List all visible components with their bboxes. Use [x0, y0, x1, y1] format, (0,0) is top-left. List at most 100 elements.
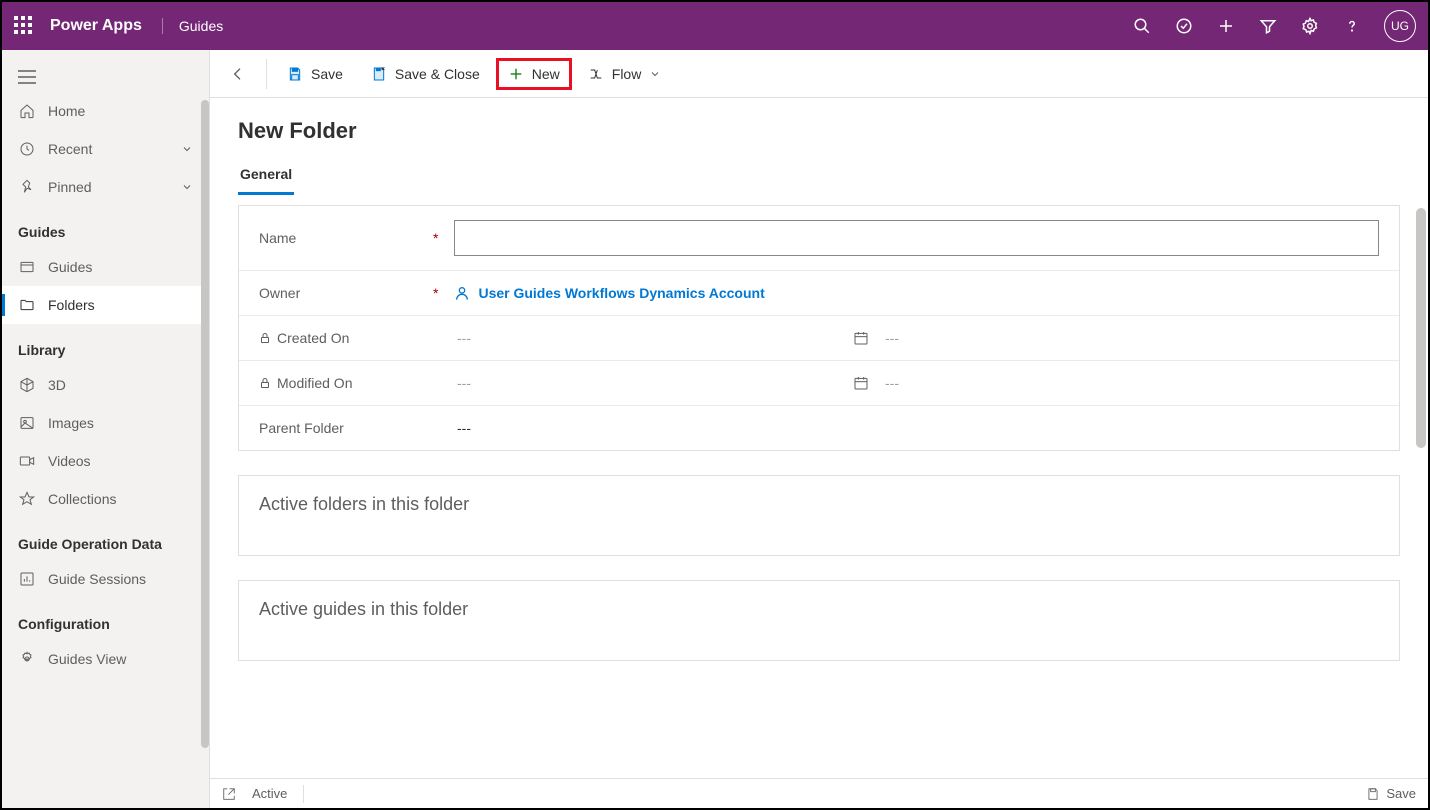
- sidebar-item-label: Collections: [48, 491, 116, 507]
- tab-row: General: [238, 160, 1400, 195]
- sidebar-item-label: Recent: [48, 141, 92, 157]
- button-label: Flow: [612, 66, 642, 82]
- section-active-folders: Active folders in this folder: [238, 475, 1400, 556]
- chevron-down-icon: [181, 181, 193, 193]
- flow-button[interactable]: Flow: [576, 58, 674, 90]
- filter-icon[interactable]: [1258, 16, 1278, 36]
- cube-icon: [18, 376, 36, 394]
- required-indicator: *: [433, 285, 438, 301]
- sidebar-item-label: Folders: [48, 297, 95, 313]
- separator: [266, 59, 267, 89]
- search-icon[interactable]: [1132, 16, 1152, 36]
- image-icon: [18, 414, 36, 432]
- created-date: ---: [457, 330, 837, 346]
- sidebar-item-label: Guide Sessions: [48, 571, 146, 587]
- section-header-config: Configuration: [2, 598, 209, 640]
- save-close-button[interactable]: Save & Close: [359, 58, 492, 90]
- field-owner: Owner * User Guides Workflows Dynamics A…: [239, 271, 1399, 316]
- field-label: Name: [259, 230, 429, 246]
- clock-icon: [18, 140, 36, 158]
- form-card: Name * Owner * User Guides Wo: [238, 205, 1400, 451]
- new-button[interactable]: New: [496, 58, 572, 90]
- help-icon[interactable]: [1342, 16, 1362, 36]
- calendar-icon[interactable]: [853, 375, 869, 391]
- home-icon: [18, 102, 36, 120]
- modified-date: ---: [457, 375, 837, 391]
- required-indicator: *: [433, 230, 438, 246]
- app-launcher-icon[interactable]: [14, 16, 34, 36]
- settings-icon[interactable]: [1300, 16, 1320, 36]
- folder-icon: [18, 296, 36, 314]
- tab-general[interactable]: General: [238, 160, 294, 195]
- chevron-down-icon: [649, 68, 661, 80]
- sidebar-item-label: Videos: [48, 453, 91, 469]
- section-header-library: Library: [2, 324, 209, 366]
- field-label: Modified On: [259, 375, 429, 391]
- button-label: New: [532, 66, 560, 82]
- parent-folder-value[interactable]: ---: [457, 420, 471, 436]
- sidebar-item-guidesview[interactable]: Guides View: [2, 640, 209, 678]
- popout-icon[interactable]: [222, 787, 236, 801]
- flow-icon: [588, 66, 604, 82]
- topbar-left: Power Apps Guides: [14, 16, 223, 36]
- sidebar-item-videos[interactable]: Videos: [2, 442, 209, 480]
- task-icon[interactable]: [1174, 16, 1194, 36]
- field-name: Name *: [239, 206, 1399, 271]
- sidebar-item-label: Home: [48, 103, 85, 119]
- sidebar-item-label: Guides View: [48, 651, 126, 667]
- person-icon: [454, 285, 470, 301]
- section-header-guideop: Guide Operation Data: [2, 518, 209, 560]
- sidebar-item-folders[interactable]: Folders: [2, 286, 209, 324]
- topbar: Power Apps Guides UG: [2, 2, 1428, 50]
- save-icon: [287, 66, 303, 82]
- sidebar-item-pinned[interactable]: Pinned: [2, 168, 209, 206]
- field-parent-folder: Parent Folder ---: [239, 406, 1399, 450]
- statusbar-save-button[interactable]: Save: [1366, 786, 1416, 801]
- star-icon: [18, 490, 36, 508]
- lock-icon: [259, 332, 271, 344]
- lock-icon: [259, 377, 271, 389]
- sidebar-item-home[interactable]: Home: [2, 92, 209, 130]
- owner-value: User Guides Workflows Dynamics Account: [478, 285, 764, 301]
- calendar-icon[interactable]: [853, 330, 869, 346]
- user-avatar[interactable]: UG: [1384, 10, 1416, 42]
- sidebar-item-recent[interactable]: Recent: [2, 130, 209, 168]
- button-label: Save & Close: [395, 66, 480, 82]
- page-title: New Folder: [238, 118, 1400, 144]
- plus-icon: [508, 66, 524, 82]
- sidebar-item-sessions[interactable]: Guide Sessions: [2, 560, 209, 598]
- status-bar: Active Save: [210, 778, 1428, 808]
- sidebar-item-label: Pinned: [48, 179, 92, 195]
- pin-icon: [18, 178, 36, 196]
- button-label: Save: [311, 66, 343, 82]
- app-name[interactable]: Power Apps: [50, 17, 142, 35]
- section-title: Active folders in this folder: [259, 494, 469, 514]
- sidebar-item-label: 3D: [48, 377, 66, 393]
- section-header-guides: Guides: [2, 206, 209, 248]
- owner-lookup[interactable]: User Guides Workflows Dynamics Account: [454, 285, 764, 301]
- sidebar-item-collections[interactable]: Collections: [2, 480, 209, 518]
- sidebar-item-label: Guides: [48, 259, 92, 275]
- button-label: Save: [1386, 786, 1416, 801]
- field-created-on: Created On --- ---: [239, 316, 1399, 361]
- name-input[interactable]: [454, 220, 1379, 256]
- sidebar-item-3d[interactable]: 3D: [2, 366, 209, 404]
- back-button[interactable]: [218, 58, 258, 90]
- content-area: New Folder General Name * Owner: [210, 98, 1428, 778]
- field-label: Parent Folder: [259, 420, 429, 436]
- sidebar: Home Recent Pinned Guides Guides Folders…: [2, 50, 210, 808]
- section-title: Active guides in this folder: [259, 599, 468, 619]
- section-active-guides: Active guides in this folder: [238, 580, 1400, 661]
- chart-icon: [18, 570, 36, 588]
- video-icon: [18, 452, 36, 470]
- sidebar-item-label: Images: [48, 415, 94, 431]
- plus-icon[interactable]: [1216, 16, 1236, 36]
- sidebar-item-guides[interactable]: Guides: [2, 248, 209, 286]
- save-close-icon: [371, 66, 387, 82]
- chevron-down-icon: [181, 143, 193, 155]
- save-button[interactable]: Save: [275, 58, 355, 90]
- created-time: ---: [885, 330, 899, 346]
- hamburger-button[interactable]: [2, 62, 209, 92]
- sidebar-item-images[interactable]: Images: [2, 404, 209, 442]
- app-subtitle[interactable]: Guides: [162, 18, 223, 34]
